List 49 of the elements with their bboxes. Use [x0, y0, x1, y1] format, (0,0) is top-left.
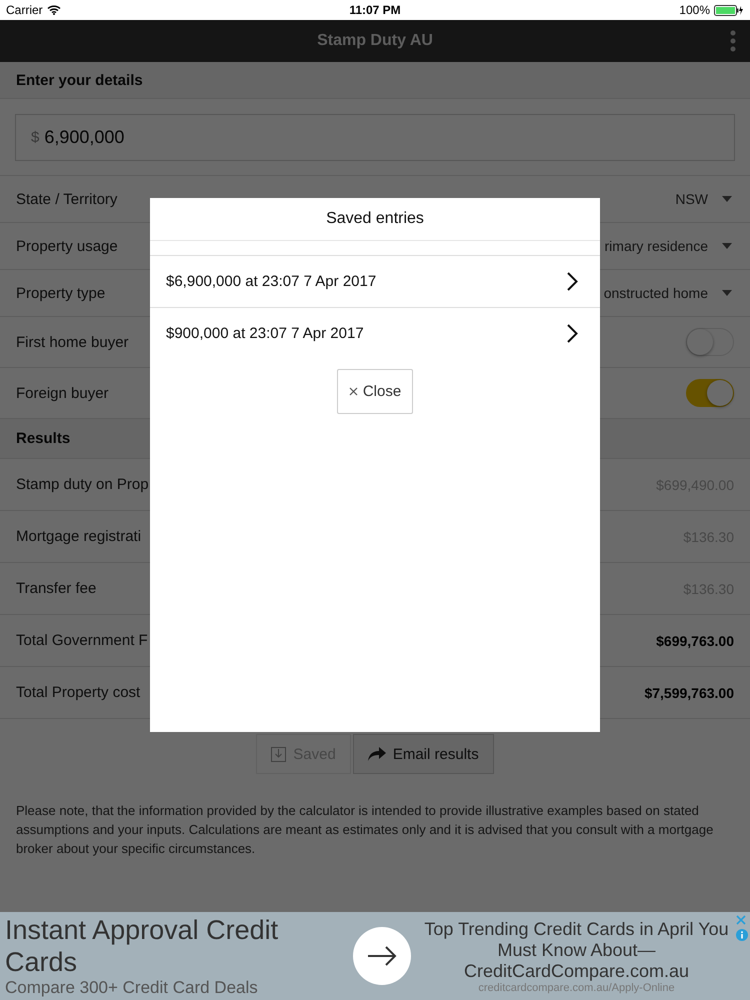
field-label: State / Territory	[16, 190, 118, 208]
select-dropdown[interactable]: NSW	[675, 191, 734, 207]
result-label: Total Property cost	[16, 684, 140, 701]
field-label: First home buyer	[16, 334, 129, 350]
chevron-right-icon	[567, 272, 578, 291]
toggle-switch[interactable]	[686, 379, 734, 407]
result-label: Transfer fee	[16, 580, 96, 597]
select-dropdown[interactable]: rimary residence	[604, 238, 734, 254]
result-label: Mortgage registrati	[16, 528, 142, 545]
share-button[interactable]: Email results	[352, 734, 494, 774]
info-icon[interactable]	[736, 929, 748, 941]
field-label: Property usage	[16, 238, 118, 254]
battery-percent: 100%	[679, 3, 710, 17]
battery-icon	[714, 4, 744, 16]
field-label: Foreign buyer	[16, 384, 109, 402]
carrier-label: Carrier	[6, 3, 43, 17]
share-arrow-icon	[368, 747, 386, 761]
app-title: Stamp Duty AU	[317, 32, 433, 50]
disclaimer-text: Please note, that the information provided by the calculator is intended to provide illustrative examples based on stated assumptions and your inputs. Calculations are meant as estimates only and it is advised that you consult with a mortgage broker about your specific circumstances.	[16, 802, 714, 858]
result-label: Stamp duty on Prop	[16, 476, 149, 493]
dialog-title: Saved entries	[326, 210, 424, 228]
result-value: $7,599,763.00	[644, 684, 734, 700]
arrow-right-icon[interactable]	[353, 927, 411, 985]
more-menu-icon[interactable]	[730, 30, 736, 52]
ad-subline: Compare 300+ Credit Card Deals	[5, 978, 259, 998]
section-title: Results	[16, 430, 70, 447]
result-value: $699,763.00	[656, 632, 734, 648]
section-title: Enter your details	[16, 72, 143, 88]
result-label: Total Government F	[16, 632, 148, 649]
status-time: 11:07 PM	[349, 3, 401, 17]
field-label: Property type	[16, 284, 106, 302]
saved-entry[interactable]: $900,000 at 23:07 7 Apr 2017	[150, 307, 600, 359]
close-icon[interactable]	[736, 915, 746, 925]
wifi-icon	[46, 5, 61, 15]
close-icon	[348, 387, 358, 396]
toggle-switch[interactable]	[686, 328, 734, 356]
caret-icon	[722, 196, 732, 202]
saved-entry[interactable]: $6,900,000 at 23:07 7 Apr 2017	[150, 255, 600, 307]
save-icon	[271, 746, 286, 762]
caret-icon	[722, 243, 732, 249]
select-dropdown[interactable]: onstructed home	[604, 285, 734, 301]
ad-headline: Instant Approval Credit Cards	[5, 914, 280, 978]
ad-title: Top Trending Credit Cards in April You Must Know About—CreditCardCompare.com.au	[423, 918, 730, 982]
caret-icon	[722, 290, 732, 296]
chevron-right-icon	[567, 324, 578, 343]
amount-field[interactable]: $ 6,900,000	[15, 114, 735, 161]
ad-banner[interactable]: Instant Approval Credit Cards Compare 300+ Credit Card Deals Top Trending Credit Cards in April You Must Know About—CreditCardCompare.com.au creditcardcompare.com.au/Apply-Online	[0, 912, 750, 1000]
close-button[interactable]: Close	[336, 369, 414, 414]
ad-url: creditcardcompare.com.au/Apply-Online	[478, 982, 675, 994]
